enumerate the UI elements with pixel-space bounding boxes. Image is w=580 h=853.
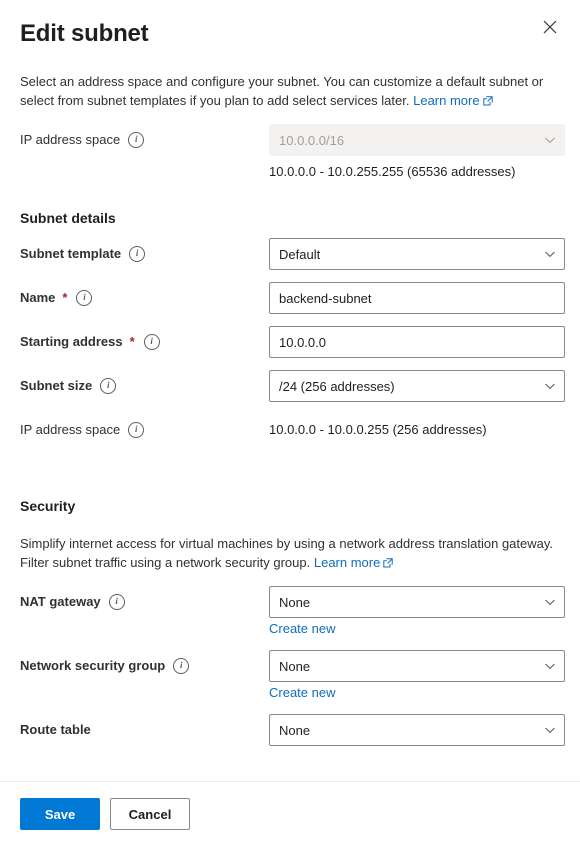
starting-address-input-value: 10.0.0.0 [279,335,326,350]
row-computed-ip-address-space: IP address space i 10.0.0.0 - 10.0.0.255… [20,414,560,440]
label-starting-address-text: Starting address [20,334,123,350]
label-computed-ip-address-space-text: IP address space [20,422,120,438]
info-icon[interactable]: i [128,422,144,438]
intro-learn-more-label: Learn more [413,93,479,108]
save-button[interactable]: Save [20,798,100,830]
field-nat-gateway: None Create new [269,586,565,638]
network-security-group-select[interactable]: None [269,650,565,682]
label-subnet-template-text: Subnet template [20,246,121,262]
nat-gateway-create-new-wrap: Create new [269,620,565,638]
section-heading-subnet-details: Subnet details [20,210,560,226]
field-ip-address-space: 10.0.0.0/16 10.0.0.0 - 10.0.255.255 (655… [269,124,565,182]
label-starting-address: Starting address * i [20,326,269,350]
panel-body: Select an address space and configure yo… [0,50,580,781]
label-route-table-text: Route table [20,722,91,738]
security-description-text: Simplify internet access for virtual mac… [20,536,553,570]
row-name: Name * i backend-subnet [20,282,560,314]
subnet-size-value: /24 (256 addresses) [279,379,395,394]
cancel-button[interactable]: Cancel [110,798,190,830]
info-icon[interactable]: i [128,132,144,148]
security-description: Simplify internet access for virtual mac… [20,534,560,573]
external-link-icon [383,554,393,573]
required-marker: * [130,334,135,350]
nat-gateway-create-new-link[interactable]: Create new [269,621,335,636]
label-network-security-group: Network security group i [20,650,269,674]
info-icon[interactable]: i [109,594,125,610]
label-name-text: Name [20,290,55,306]
name-input[interactable]: backend-subnet [269,282,565,314]
field-network-security-group: None Create new [269,650,565,702]
label-subnet-size-text: Subnet size [20,378,92,394]
field-name: backend-subnet [269,282,565,314]
nat-gateway-select[interactable]: None [269,586,565,618]
external-link-icon [483,92,493,111]
route-table-select[interactable]: None [269,714,565,746]
network-security-group-value: None [279,659,310,674]
panel-footer: Save Cancel [0,781,580,853]
row-subnet-template: Subnet template i Default [20,238,560,270]
label-network-security-group-text: Network security group [20,658,165,674]
field-subnet-size: /24 (256 addresses) [269,370,565,402]
intro-learn-more-link[interactable]: Learn more [413,93,492,108]
label-ip-address-space-text: IP address space [20,132,120,148]
computed-ip-address-space-value: 10.0.0.0 - 10.0.0.255 (256 addresses) [269,414,560,440]
row-ip-address-space: IP address space i 10.0.0.0/16 10.0.0.0 … [20,124,560,182]
field-route-table: None [269,714,565,746]
label-nat-gateway-text: NAT gateway [20,594,101,610]
required-marker: * [62,290,67,306]
label-ip-address-space: IP address space i [20,124,269,148]
ip-address-space-range: 10.0.0.0 - 10.0.255.255 (65536 addresses… [269,162,565,182]
security-learn-more-link[interactable]: Learn more [314,555,393,570]
label-name: Name * i [20,282,269,306]
ip-address-space-value: 10.0.0.0/16 [279,133,344,148]
subnet-size-select[interactable]: /24 (256 addresses) [269,370,565,402]
label-computed-ip-address-space: IP address space i [20,414,269,438]
route-table-value: None [279,723,310,738]
field-computed-ip-address-space: 10.0.0.0 - 10.0.0.255 (256 addresses) [269,414,560,440]
row-route-table: Route table None [20,714,560,746]
nat-gateway-value: None [279,595,310,610]
info-icon[interactable]: i [129,246,145,262]
network-security-group-create-new-link[interactable]: Create new [269,685,335,700]
row-network-security-group: Network security group i None Create new [20,650,560,702]
row-starting-address: Starting address * i 10.0.0.0 [20,326,560,358]
section-heading-security: Security [20,498,560,514]
field-subnet-template: Default [269,238,565,270]
close-icon[interactable] [534,11,566,43]
ip-address-space-select: 10.0.0.0/16 [269,124,565,156]
chevron-down-icon [544,596,556,608]
info-icon[interactable]: i [144,334,160,350]
label-nat-gateway: NAT gateway i [20,586,269,610]
info-icon[interactable]: i [173,658,189,674]
label-route-table: Route table [20,714,269,738]
edit-subnet-panel: Edit subnet Select an address space and … [0,0,580,853]
label-subnet-template: Subnet template i [20,238,269,262]
field-starting-address: 10.0.0.0 [269,326,565,358]
page-title: Edit subnet [20,12,560,50]
info-icon[interactable]: i [100,378,116,394]
name-input-value: backend-subnet [279,291,372,306]
intro-description: Select an address space and configure yo… [20,72,550,111]
subnet-template-select[interactable]: Default [269,238,565,270]
panel-header: Edit subnet [0,0,580,50]
chevron-down-icon [544,134,556,146]
chevron-down-icon [544,660,556,672]
row-subnet-size: Subnet size i /24 (256 addresses) [20,370,560,402]
row-nat-gateway: NAT gateway i None Create new [20,586,560,638]
label-subnet-size: Subnet size i [20,370,269,394]
starting-address-input[interactable]: 10.0.0.0 [269,326,565,358]
info-icon[interactable]: i [76,290,92,306]
network-security-group-create-new-wrap: Create new [269,684,565,702]
chevron-down-icon [544,380,556,392]
chevron-down-icon [544,248,556,260]
chevron-down-icon [544,724,556,736]
security-learn-more-label: Learn more [314,555,380,570]
subnet-template-value: Default [279,247,320,262]
